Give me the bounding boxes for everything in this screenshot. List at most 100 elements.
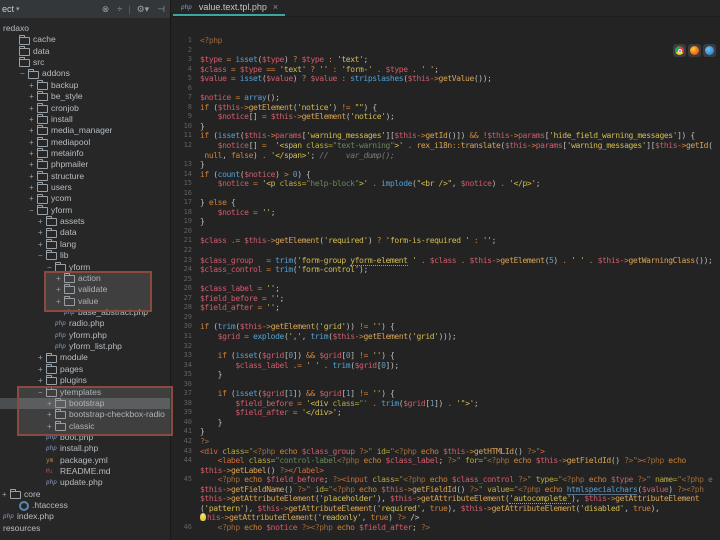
code-line[interactable]: 35 } xyxy=(171,370,720,380)
tree-toggle-icon[interactable]: + xyxy=(56,273,64,284)
tree-item-metainfo[interactable]: +metainfo xyxy=(0,148,170,159)
tree-toggle-icon[interactable]: + xyxy=(29,103,37,114)
code-line[interactable]: 22 xyxy=(171,246,720,256)
tree-item-be-style[interactable]: +be_style xyxy=(0,91,170,102)
tree-item-addons[interactable]: −addons xyxy=(0,68,170,79)
tree-item-lib[interactable]: −lib xyxy=(0,250,170,261)
code-line[interactable]: 36 xyxy=(171,380,720,390)
tree-item-base-abstract-php[interactable]: phpbase_abstract.php xyxy=(0,307,170,318)
tree-item-redaxo[interactable]: redaxo xyxy=(0,23,170,34)
code-line[interactable]: 10} xyxy=(171,122,720,132)
tree-item-src[interactable]: src xyxy=(0,57,170,68)
tree-item-install[interactable]: +install xyxy=(0,114,170,125)
code-line[interactable]: 13} xyxy=(171,160,720,170)
tree-toggle-icon[interactable]: + xyxy=(38,227,46,238)
code-line[interactable]: 30if (trim($this->getElement('grid')) !=… xyxy=(171,322,720,332)
tree-toggle-icon[interactable]: + xyxy=(47,398,55,409)
project-selector[interactable]: ect xyxy=(2,4,14,14)
code-line[interactable]: 37 if (isset($grid[1]) && $grid[1] != ''… xyxy=(171,389,720,399)
code-line[interactable]: $this->getLabel() ?></label> xyxy=(171,466,720,476)
code-line[interactable]: ('pattern'), $this->getAttributeElement(… xyxy=(171,504,720,514)
code-line[interactable]: $this->getFieldName() ?>" id="<?php echo… xyxy=(171,485,720,495)
code-line[interactable]: 44 <label class="control-label<?php echo… xyxy=(171,456,720,466)
code-line[interactable]: 43<div class="<?php echo $class_group ?>… xyxy=(171,447,720,457)
tree-item-yform-php[interactable]: phpyform.php xyxy=(0,330,170,341)
tree-item-mediapool[interactable]: +mediapool xyxy=(0,137,170,148)
tree-item-yform[interactable]: −yform xyxy=(0,262,170,273)
tree-toggle-icon[interactable]: + xyxy=(29,182,37,193)
code-line[interactable]: 46 <?php echo $notice ?><?php echo $fiel… xyxy=(171,523,720,533)
tree-item-validate[interactable]: +validate xyxy=(0,284,170,295)
tree-item-install-php[interactable]: phpinstall.php xyxy=(0,443,170,454)
tree-item-plugins[interactable]: +plugins xyxy=(0,375,170,386)
tree-toggle-icon[interactable]: + xyxy=(47,409,55,420)
tree-toggle-icon[interactable]: + xyxy=(29,159,37,170)
code-line[interactable]: 14if (count($notice) > 0) { xyxy=(171,170,720,180)
tree-toggle-icon[interactable]: + xyxy=(29,125,37,136)
code-line[interactable]: 25 xyxy=(171,275,720,285)
tree-toggle-icon[interactable]: + xyxy=(38,375,46,386)
code-line[interactable]: 27$field_before = ''; xyxy=(171,294,720,304)
code-line[interactable]: null, false) . '</span>'; // var_dump(); xyxy=(171,151,720,161)
tree-toggle-icon[interactable]: + xyxy=(29,193,37,204)
code-line[interactable]: 20 xyxy=(171,227,720,237)
tree-item-boot-php[interactable]: phpboot.php xyxy=(0,432,170,443)
tree-toggle-icon[interactable]: − xyxy=(38,250,46,261)
tree-item-phpmailer[interactable]: +phpmailer xyxy=(0,159,170,170)
tree-toggle-icon[interactable]: + xyxy=(2,489,10,500)
settings-gear-icon[interactable]: ⚙▾ xyxy=(134,4,153,15)
code-line[interactable]: 45 <?php echo $field_before; ?><input cl… xyxy=(171,475,720,485)
code-line[interactable]: 28$field_after = ''; xyxy=(171,303,720,313)
tree-toggle-icon[interactable]: + xyxy=(29,137,37,148)
tree-item-cronjob[interactable]: +cronjob xyxy=(0,103,170,114)
code-line[interactable]: 38 $field_before = '<div class="' . trim… xyxy=(171,399,720,409)
code-line[interactable]: 11if (isset($this->params['warning_messa… xyxy=(171,131,720,141)
code-line[interactable]: 32 xyxy=(171,342,720,352)
code-line[interactable]: 1<?php xyxy=(171,36,720,46)
code-line[interactable]: 5$value = isset($value) ? $value : strip… xyxy=(171,74,720,84)
code-line[interactable]: 42?> xyxy=(171,437,720,447)
tree-toggle-icon[interactable]: + xyxy=(29,80,37,91)
tree-toggle-icon[interactable]: + xyxy=(56,296,64,307)
tree-toggle-icon[interactable]: − xyxy=(38,387,46,398)
tree-item-module[interactable]: +module xyxy=(0,352,170,363)
code-line[interactable]: 7$notice = array(); xyxy=(171,93,720,103)
tree-item-yform[interactable]: −yform xyxy=(0,205,170,216)
tree-toggle-icon[interactable]: + xyxy=(29,148,37,159)
tree-item-bootstrap[interactable]: +bootstrap xyxy=(0,398,170,409)
tree-item-value[interactable]: +value xyxy=(0,296,170,307)
tree-item-data[interactable]: data xyxy=(0,46,170,57)
collapse-all-icon[interactable]: ÷ xyxy=(114,4,125,14)
tree-toggle-icon[interactable]: − xyxy=(20,68,28,79)
tree-item-data[interactable]: +data xyxy=(0,227,170,238)
code-line[interactable]: 40 } xyxy=(171,418,720,428)
tree-item-ycom[interactable]: +ycom xyxy=(0,193,170,204)
tree-item-core[interactable]: +core xyxy=(0,489,170,500)
code-line[interactable]: 4$class = $type == 'text' ? '' : 'form-'… xyxy=(171,65,720,75)
tree-toggle-icon[interactable]: + xyxy=(47,421,55,432)
tree-item-radio-php[interactable]: phpradio.php xyxy=(0,318,170,329)
tree-item--htaccess[interactable]: .htaccess xyxy=(0,500,170,511)
tree-item-users[interactable]: +users xyxy=(0,182,170,193)
tree-toggle-icon[interactable]: + xyxy=(29,171,37,182)
code-line[interactable]: 39 $field_after = '</div>'; xyxy=(171,408,720,418)
tree-toggle-icon[interactable]: + xyxy=(38,216,46,227)
code-line[interactable]: 33 if (isset($grid[0]) && $grid[0] != ''… xyxy=(171,351,720,361)
code-line[interactable]: 19} xyxy=(171,217,720,227)
tree-item-index-php[interactable]: phpindex.php xyxy=(0,511,170,522)
tab-value-text-tpl-php[interactable]: php value.text.tpl.php × xyxy=(173,0,285,16)
code-line[interactable]: 34 $class_label .= ' ' . trim($grid[0]); xyxy=(171,361,720,371)
tree-item-update-php[interactable]: phpupdate.php xyxy=(0,477,170,488)
tree-toggle-icon[interactable]: − xyxy=(29,205,37,216)
code-line[interactable]: 31 $grid = explode(',', trim($this->getE… xyxy=(171,332,720,342)
code-line[interactable]: 2 xyxy=(171,46,720,56)
code-line[interactable]: his->getAttributeElement('readonly', tru… xyxy=(171,513,720,523)
code-line[interactable]: 12 $notice[] = '<span class="text-warnin… xyxy=(171,141,720,151)
tree-item-lang[interactable]: +lang xyxy=(0,239,170,250)
tree-toggle-icon[interactable]: + xyxy=(38,352,46,363)
tree-item-action[interactable]: +action xyxy=(0,273,170,284)
tree-item-classic[interactable]: +classic xyxy=(0,421,170,432)
code-line[interactable]: 9 $notice[] = $this->getElement('notice'… xyxy=(171,112,720,122)
code-line[interactable]: 17} else { xyxy=(171,198,720,208)
tree-item-bootstrap-checkbox-radio[interactable]: +bootstrap-checkbox-radio xyxy=(0,409,170,420)
